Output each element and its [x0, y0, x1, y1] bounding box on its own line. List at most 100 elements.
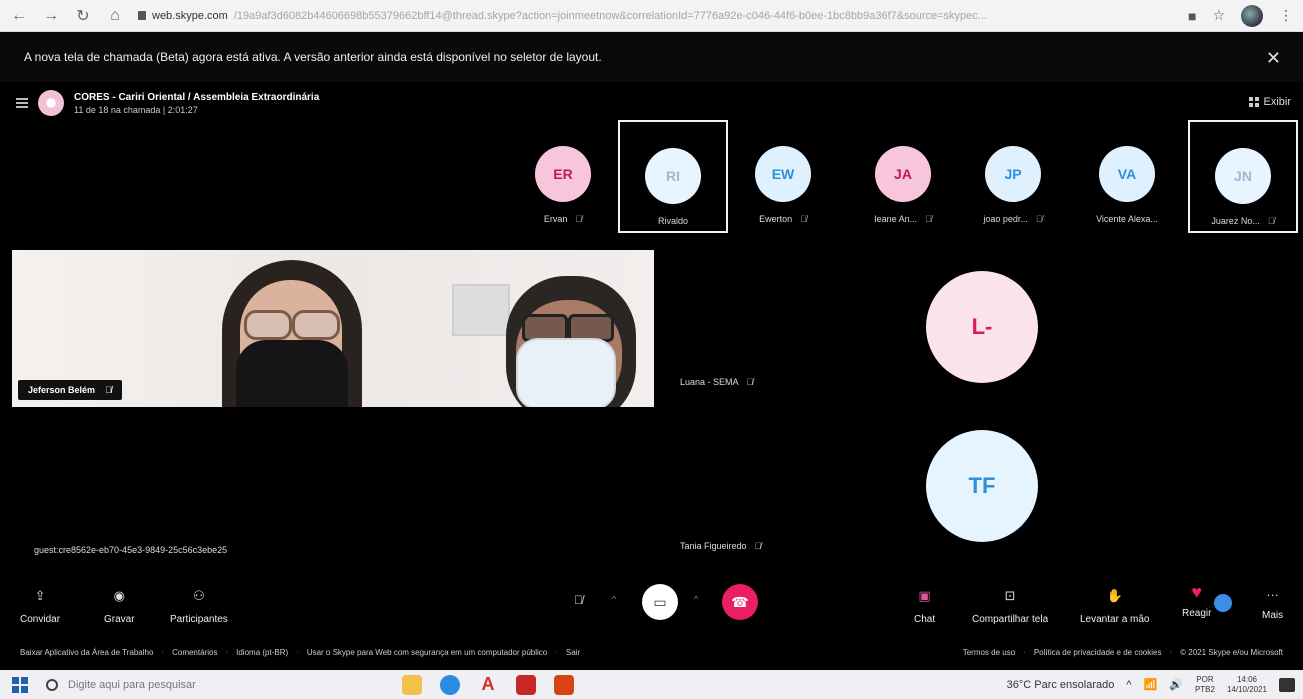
reload-icon[interactable]: ↻ [74, 7, 92, 25]
lang-bottom: PTB2 [1194, 684, 1215, 694]
chat-button[interactable]: ▣ Chat [914, 588, 935, 625]
invite-button[interactable]: ⇪ Convidar [20, 588, 60, 625]
weather-text[interactable]: 36°C Parc ensolarado [1007, 679, 1115, 691]
grid-icon [1249, 97, 1260, 107]
share-screen-button[interactable]: ⊡ Compartilhar tela [972, 588, 1048, 625]
share-up-icon: ⇪ [34, 588, 46, 603]
footer-link[interactable]: Política de privacidade e de cookies [1034, 648, 1162, 657]
participants-button[interactable]: ⚇ Participantes [170, 588, 228, 625]
tray-chevron-icon[interactable]: ^ [1126, 679, 1131, 691]
footer-copyright: © 2021 Skype e/ou Microsoft [1180, 647, 1283, 657]
browser-toolbar: ← → ↻ ⌂ web.skype.com/19a9af3d6082b44606… [0, 0, 1303, 32]
participant-name: Vicente Alexa... [1096, 214, 1158, 224]
forward-icon[interactable]: → [42, 7, 60, 25]
tile-name: Tania Figueiredo [680, 541, 747, 551]
group-avatar [38, 90, 64, 116]
url-path: /19a9af3d6082b44606698b55379662bff14@thr… [233, 9, 987, 22]
end-call-button[interactable]: ☎ [722, 584, 758, 620]
lang-top: POR [1196, 674, 1214, 684]
profile-avatar[interactable] [1241, 4, 1263, 27]
tile-label-guest: guest:cre8562e-eb70-45e3-9849-25c56c3ebe… [34, 545, 227, 555]
more-label: Mais [1262, 610, 1284, 621]
clock[interactable]: 14:06 14/10/2021 [1227, 675, 1267, 695]
participants-label: Participantes [170, 614, 228, 625]
meeting-title[interactable]: CORES - Cariri Oriental / Assembleia Ext… [74, 92, 319, 103]
view-layout-button[interactable]: Exibir [1249, 96, 1291, 108]
home-icon[interactable]: ⌂ [106, 7, 124, 25]
search-icon [46, 678, 58, 691]
mic-off-icon: 🎙̸ [105, 385, 112, 395]
tile-label-tania: Tania Figueiredo 🎙̸ [680, 541, 761, 551]
footer-link[interactable]: Termos de uso [963, 648, 1015, 657]
glasses [244, 310, 340, 340]
windows-start-icon[interactable] [12, 676, 28, 693]
file-explorer-icon[interactable] [402, 674, 422, 695]
bookmark-star-icon[interactable]: ☆ [1212, 7, 1225, 24]
participant-tile[interactable]: JA Ieane An... 🎙̸ [848, 120, 958, 233]
footer-link[interactable]: Idioma (pt-BR) [236, 648, 288, 657]
skype-footer: Baixar Aplicativo da Área de Trabalho · C… [20, 647, 1283, 657]
language-indicator[interactable]: POR PTB2 [1195, 675, 1215, 695]
participant-tile[interactable]: JN Juarez No... 🎙̸ [1188, 120, 1298, 233]
menu-kebab-icon[interactable]: ⋮ [1279, 7, 1293, 24]
hang-up-icon: ☎ [731, 593, 749, 610]
tile-name: Luana - SEMA [680, 377, 739, 387]
invite-label: Convidar [20, 614, 61, 625]
notification-icon[interactable] [1279, 677, 1295, 692]
share-label: Compartilhar tela [972, 614, 1049, 625]
mic-off-icon: 🎙̸ [1035, 214, 1043, 224]
chrome-icon[interactable] [440, 674, 460, 695]
pdf-app-icon[interactable] [516, 674, 536, 695]
video-feed[interactable]: Jeferson Belém 🎙̸ [12, 250, 654, 407]
close-icon[interactable]: ✕ [1266, 48, 1281, 69]
meeting-subtitle: 11 de 18 na chamada | 2:01:27 [74, 104, 198, 115]
video-name: Jeferson Belém [28, 385, 96, 395]
participant-tile[interactable]: ER Ervan 🎙̸ [508, 120, 618, 233]
chevron-icon[interactable]: ^ [612, 594, 616, 604]
record-button[interactable]: ◉ Gravar [104, 588, 135, 625]
record-label: Gravar [104, 614, 135, 625]
taskbar-search[interactable]: Digite aqui para pesquisar [46, 678, 376, 691]
chevron-icon[interactable]: ^ [694, 594, 698, 604]
hand-icon: ✋ [1106, 588, 1123, 603]
beta-notice-banner: A nova tela de chamada (Beta) agora está… [0, 32, 1303, 82]
participant-large-avatar[interactable]: L- [926, 271, 1038, 383]
view-label: Exibir [1263, 96, 1291, 108]
emoji-badge-icon [1214, 594, 1232, 612]
footer-link[interactable]: Sair [566, 648, 580, 657]
more-button[interactable]: … Mais [1262, 584, 1283, 621]
participant-tile[interactable]: JP joao pedr... 🎙̸ [958, 120, 1068, 233]
back-icon[interactable]: ← [10, 7, 28, 25]
footer-link[interactable]: Baixar Aplicativo da Área de Trabalho [20, 648, 153, 657]
banner-text: A nova tela de chamada (Beta) agora está… [24, 50, 602, 64]
raise-hand-button[interactable]: ✋ Levantar a mão [1080, 588, 1150, 625]
react-button[interactable]: ♥ Reagir [1182, 582, 1211, 619]
participant-tile[interactable]: RI Rivaldo [618, 120, 728, 233]
volume-icon[interactable]: 🔊 [1169, 678, 1183, 691]
participant-tile[interactable]: EW Ewerton 🎙̸ [728, 120, 838, 233]
lock-icon [138, 11, 146, 20]
hamburger-menu-icon[interactable] [16, 98, 28, 108]
participant-avatar: JN [1215, 148, 1271, 204]
glasses [522, 314, 614, 342]
participant-tile[interactable]: VA Vicente Alexa... [1072, 120, 1182, 233]
raise-hand-label: Levantar a mão [1080, 614, 1150, 625]
footer-link[interactable]: Usar o Skype para Web com segurança em u… [307, 648, 547, 657]
participant-name: Ieane An... [874, 214, 918, 224]
ellipsis-icon: … [1266, 584, 1280, 599]
network-icon[interactable]: 📶 [1144, 678, 1158, 691]
mic-off-icon: 🎙̸ [746, 377, 754, 387]
office-icon[interactable] [554, 674, 574, 695]
camera-toggle-button[interactable]: ▭ [642, 584, 678, 620]
tile-label-luana: Luana - SEMA 🎙̸ [680, 377, 753, 387]
participant-large-avatar[interactable]: TF [926, 430, 1038, 542]
participant-name: Ervan [543, 214, 568, 224]
share-screen-icon: ⊡ [1004, 588, 1016, 603]
mic-muted-icon[interactable]: 🎙̸ [574, 593, 583, 607]
url-host: web.skype.com [152, 9, 228, 22]
clock-time: 14:06 [1236, 674, 1257, 684]
address-bar[interactable]: web.skype.com/19a9af3d6082b44606698b5537… [138, 5, 1174, 27]
footer-link[interactable]: Comentários [172, 648, 217, 657]
acrobat-icon[interactable]: A [478, 674, 498, 695]
camera-indicator-icon[interactable]: ■ [1188, 8, 1196, 24]
